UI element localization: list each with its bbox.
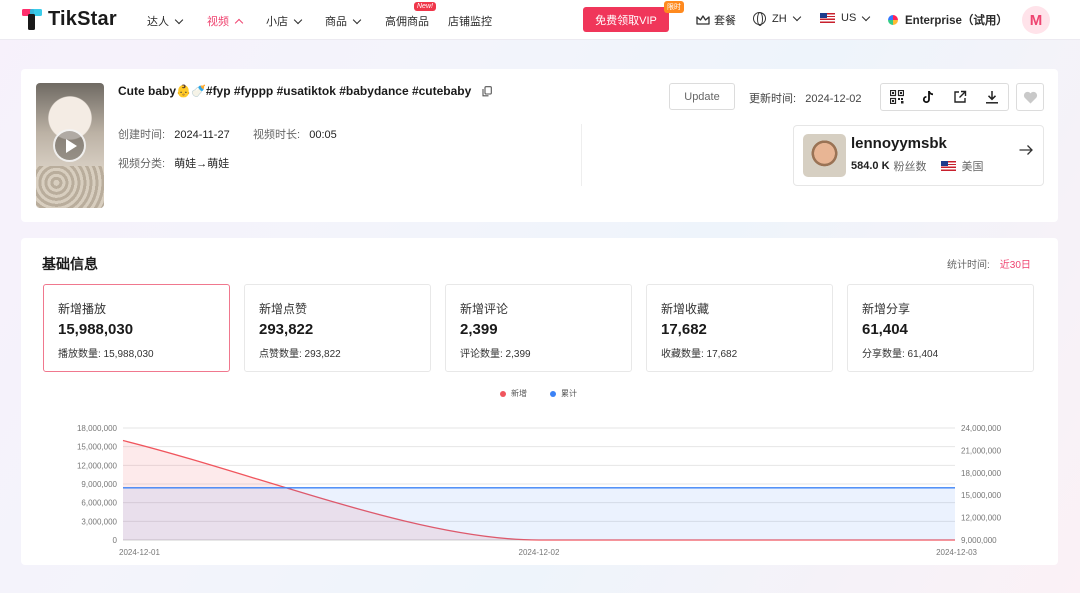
update-button[interactable]: Update: [669, 83, 735, 110]
nav-label: 视频: [207, 16, 229, 28]
y-right-tick-label: 12,000,000: [961, 514, 1002, 523]
y-left-tick-label: 15,000,000: [77, 443, 118, 452]
brand-logo[interactable]: TikStar: [22, 8, 117, 31]
nav-label: 小店: [266, 16, 288, 28]
chevron-down-icon: [792, 12, 801, 22]
created-time: 创建时间: 2024-11-27: [118, 126, 230, 142]
creator-card[interactable]: lennoyymsbk 584.0 K 粉丝数 美国: [793, 125, 1044, 186]
action-icon-group: [880, 83, 1009, 111]
video-duration: 视频时长: 00:05: [253, 126, 337, 142]
y-right-tick-label: 15,000,000: [961, 491, 1002, 500]
category-value: 萌娃→萌娃: [174, 158, 230, 170]
basic-info-card: 基础信息 统计时间: 近30日 新增播放 15,988,030 播放数量: 15,…: [21, 238, 1058, 565]
video-title: Cute baby👶🍼#fyp #fyppp #usatiktok #babyd…: [118, 84, 472, 98]
chevron-down-icon: [352, 15, 362, 24]
x-tick-label: 2024-12-02: [519, 548, 560, 557]
enterprise-label: Enterprise（试用）: [905, 15, 1008, 27]
nav-label: 商品: [325, 16, 347, 28]
external-link-glyph: [954, 90, 967, 103]
us-flag-icon: [820, 13, 835, 23]
qr-code-icon[interactable]: [881, 84, 913, 110]
nav-products[interactable]: 商品: [325, 13, 362, 29]
nav-high-commission[interactable]: 高佣商品: [385, 13, 429, 29]
trend-chart: 0 3,000,000 6,000,000 9,000,000 12,000,000 15…: [77, 424, 1002, 557]
series-area-cumulative: [123, 487, 955, 540]
created-value: 2024-11-27: [174, 129, 230, 141]
nav-label: 店铺监控: [448, 16, 492, 28]
chevron-down-icon: [174, 15, 184, 24]
download-glyph: [986, 91, 999, 104]
language-label: ZH: [772, 12, 787, 25]
free-vip-button[interactable]: 免费领取VIP: [583, 7, 669, 32]
new-badge: New!: [414, 2, 436, 11]
divider: [581, 124, 582, 186]
category-label: 视频分类:: [118, 158, 166, 170]
updated-label: 更新时间:: [749, 93, 797, 105]
limited-badge: 限时: [664, 1, 684, 13]
nav-influencers[interactable]: 达人: [147, 13, 184, 29]
follower-count: 584.0 K: [851, 160, 890, 172]
download-icon[interactable]: [976, 84, 1008, 110]
user-avatar[interactable]: M: [1022, 6, 1050, 34]
package-menu[interactable]: 套餐: [696, 12, 736, 28]
y-right-tick-label: 21,000,000: [961, 446, 1002, 455]
x-tick-label: 2024-12-03: [936, 548, 977, 557]
follower-label: 粉丝数: [893, 161, 927, 173]
play-icon[interactable]: [53, 129, 86, 162]
x-tick-label: 2024-12-01: [119, 548, 160, 557]
copy-icon[interactable]: [482, 86, 492, 97]
nav-label: 高佣商品: [385, 16, 429, 28]
enterprise-icon: [888, 15, 898, 25]
brand-name: TikStar: [48, 8, 117, 30]
updated-time: 更新时间: 2024-12-02: [749, 90, 862, 106]
duration-value: 00:05: [309, 129, 337, 141]
creator-stats: 584.0 K 粉丝数 美国: [851, 158, 984, 174]
package-label: 套餐: [714, 15, 736, 27]
y-left-tick-label: 3,000,000: [81, 517, 117, 526]
y-left-tick-label: 12,000,000: [77, 461, 118, 470]
globe-icon: [753, 12, 766, 26]
tiktok-glyph: [923, 90, 934, 103]
video-detail-card: Cute baby👶🍼#fyp #fyppp #usatiktok #babyd…: [21, 69, 1058, 222]
nav-shops[interactable]: 小店: [266, 13, 303, 29]
favorite-button[interactable]: [1016, 83, 1044, 111]
external-link-icon[interactable]: [945, 84, 977, 110]
duration-label: 视频时长:: [253, 129, 301, 141]
creator-country: 美国: [961, 161, 984, 173]
qr-code-glyph: [889, 90, 904, 104]
us-flag-icon: [940, 161, 956, 171]
arrow-right-icon[interactable]: [1019, 144, 1033, 156]
chevron-up-icon: [234, 18, 244, 27]
y-right-tick-label: 9,000,000: [961, 536, 997, 545]
enterprise-plan[interactable]: Enterprise（试用）: [888, 12, 1008, 28]
crown-icon: [696, 14, 710, 25]
y-left-tick-label: 6,000,000: [81, 499, 117, 508]
logo-icon: [22, 8, 42, 30]
y-left-tick-label: 0: [113, 536, 118, 545]
y-left-tick-label: 9,000,000: [81, 480, 117, 489]
heart-icon: [1023, 91, 1037, 103]
nav-shop-monitor[interactable]: 店铺监控: [448, 13, 492, 29]
video-category: 视频分类: 萌娃→萌娃: [118, 155, 229, 171]
creator-avatar[interactable]: [803, 134, 846, 177]
chevron-down-icon: [293, 15, 303, 24]
y-right-tick-label: 18,000,000: [961, 469, 1002, 478]
nav-videos[interactable]: 视频: [207, 13, 244, 29]
tiktok-icon[interactable]: [913, 84, 945, 110]
y-right-tick-label: 24,000,000: [961, 424, 1002, 433]
nav-label: 达人: [147, 16, 169, 28]
creator-name[interactable]: lennoyymsbk: [851, 135, 947, 152]
video-thumbnail[interactable]: [36, 83, 104, 208]
language-selector[interactable]: ZH: [753, 12, 801, 26]
region-selector[interactable]: US: [820, 12, 871, 24]
y-left-tick-label: 18,000,000: [77, 424, 118, 433]
top-nav: TikStar 达人 视频 小店 商品 高佣商品 New! 店铺监控 免费领取V…: [0, 0, 1080, 40]
updated-value: 2024-12-02: [805, 93, 862, 105]
chevron-down-icon: [862, 12, 871, 21]
created-label: 创建时间:: [118, 129, 166, 141]
region-label: US: [841, 12, 857, 24]
